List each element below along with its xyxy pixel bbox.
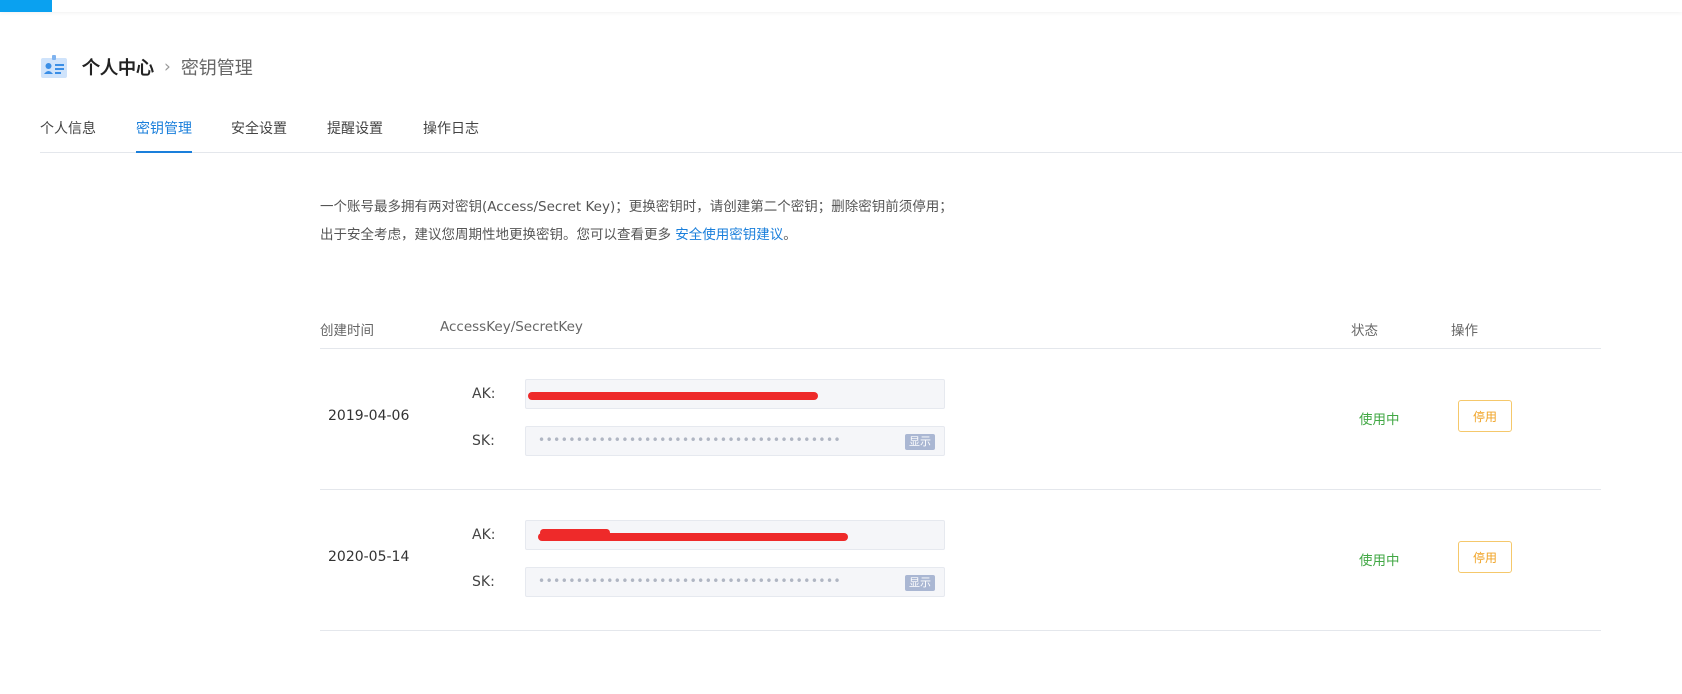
redaction-mark xyxy=(528,392,818,400)
created-date: 2020-05-14 xyxy=(328,549,410,565)
id-card-icon xyxy=(41,55,67,78)
key-notice: 一个账号最多拥有两对密钥(Access/Secret Key)；更换密钥时，请创… xyxy=(320,193,960,249)
page-header: 个人中心 › 密钥管理 xyxy=(40,52,253,82)
show-secret-button[interactable]: 显示 xyxy=(905,575,935,591)
tab-reminder-settings[interactable]: 提醒设置 xyxy=(327,118,383,152)
disable-button[interactable]: 停用 xyxy=(1458,541,1512,573)
access-key-field[interactable] xyxy=(525,520,945,550)
secret-key-value: •••••••••••••••••••••••••••••••••••••••• xyxy=(538,433,842,447)
status-badge: 使用中 xyxy=(1359,553,1400,569)
secret-key-value: •••••••••••••••••••••••••••••••••••••••• xyxy=(538,574,842,588)
status-badge: 使用中 xyxy=(1359,412,1400,428)
table-row: 2019-04-06 AK: SK: •••••••••••••••••••••… xyxy=(320,349,1601,490)
tab-key-management[interactable]: 密钥管理 xyxy=(136,118,192,153)
tab-bar: 个人信息 密钥管理 安全设置 提醒设置 操作日志 xyxy=(40,112,1682,153)
ak-label: AK: xyxy=(472,386,496,402)
security-advice-link[interactable]: 安全使用密钥建议 xyxy=(675,227,783,243)
breadcrumb-root[interactable]: 个人中心 xyxy=(82,54,154,80)
created-date: 2019-04-06 xyxy=(328,408,410,424)
sk-label: SK: xyxy=(472,574,495,590)
header-keys: AccessKey/SecretKey xyxy=(440,319,583,335)
top-bar xyxy=(0,0,1682,12)
header-status: 状态 xyxy=(1351,323,1378,339)
secret-key-field[interactable]: ••••••••••••••••••••••••••••••••••••••••… xyxy=(525,426,945,456)
access-key-field[interactable] xyxy=(525,379,945,409)
table-header: 创建时间 AccessKey/SecretKey 状态 操作 xyxy=(320,311,1601,349)
disable-button[interactable]: 停用 xyxy=(1458,400,1512,432)
tab-operation-log[interactable]: 操作日志 xyxy=(423,118,479,152)
show-secret-button[interactable]: 显示 xyxy=(905,434,935,450)
tab-security-settings[interactable]: 安全设置 xyxy=(231,118,287,152)
breadcrumb-separator-icon: › xyxy=(164,57,171,77)
top-bar-accent xyxy=(0,0,52,12)
table-row: 2020-05-14 AK: SK: •••••••••••••••••••••… xyxy=(320,490,1601,631)
notice-tail: 。 xyxy=(783,227,797,243)
header-action: 操作 xyxy=(1451,323,1478,339)
ak-label: AK: xyxy=(472,527,496,543)
key-table: 创建时间 AccessKey/SecretKey 状态 操作 2019-04-0… xyxy=(320,311,1601,631)
header-created: 创建时间 xyxy=(320,323,374,339)
breadcrumb-current: 密钥管理 xyxy=(180,58,253,79)
notice-text: 一个账号最多拥有两对密钥(Access/Secret Key)；更换密钥时，请创… xyxy=(320,199,953,243)
secret-key-field[interactable]: ••••••••••••••••••••••••••••••••••••••••… xyxy=(525,567,945,597)
sk-label: SK: xyxy=(472,433,495,449)
redaction-mark xyxy=(540,529,610,536)
tab-personal-info[interactable]: 个人信息 xyxy=(40,118,96,152)
